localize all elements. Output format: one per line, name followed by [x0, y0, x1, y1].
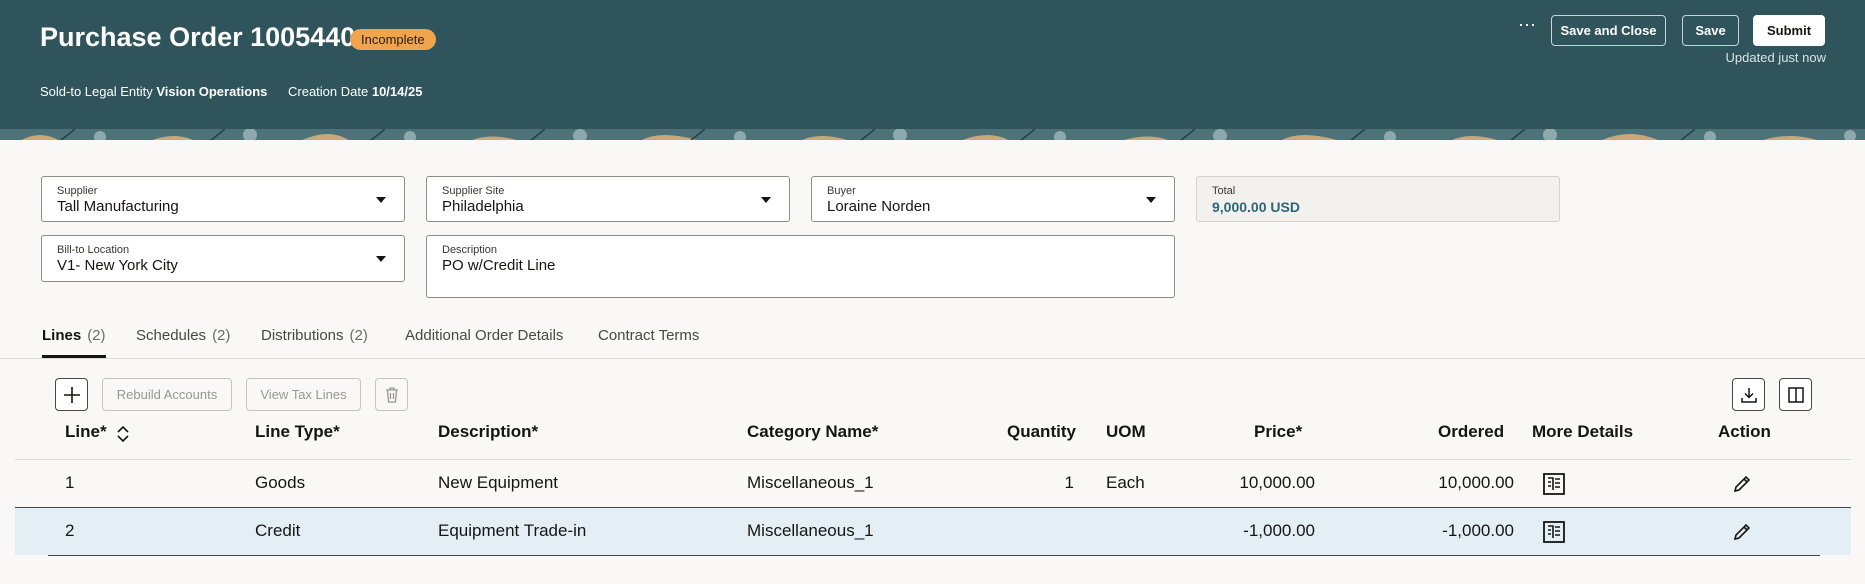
col-header-description[interactable]: Description* [438, 422, 538, 442]
tab-lines-count: (2) [87, 327, 106, 344]
rebuild-accounts-button[interactable]: Rebuild Accounts [102, 378, 232, 411]
sold-to-label: Sold-to Legal Entity [40, 84, 153, 99]
tab-contract-terms[interactable]: Contract Terms [598, 327, 699, 344]
row-divider [48, 555, 1820, 556]
chevron-down-icon[interactable] [1146, 197, 1156, 203]
total-value: 9,000.00 USD [1212, 199, 1300, 215]
sold-to-value: Vision Operations [156, 84, 268, 99]
chevron-down-icon[interactable] [761, 197, 771, 203]
supplier-select[interactable]: Supplier Tall Manufacturing [41, 176, 405, 222]
decorative-pattern [0, 129, 1865, 140]
header-meta: Sold-to Legal Entity Vision Operations C… [40, 84, 422, 99]
cell-uom: Each [1106, 473, 1145, 492]
cell-description: Equipment Trade-in [438, 521, 587, 540]
more-details-icon[interactable] [1542, 472, 1566, 496]
tab-lines-label: Lines [42, 327, 82, 344]
col-header-uom[interactable]: UOM [1106, 422, 1146, 442]
tab-distributions-count: (2) [349, 327, 368, 344]
col-header-quantity[interactable]: Quantity [1007, 422, 1076, 442]
page-title: Purchase Order 1005440 [40, 22, 356, 52]
tab-schedules-count: (2) [212, 327, 231, 344]
bill-to-value: V1- New York City [57, 257, 178, 274]
supplier-site-select[interactable]: Supplier Site Philadelphia [426, 176, 790, 222]
view-tax-lines-button[interactable]: View Tax Lines [246, 378, 361, 411]
cell-description: New Equipment [438, 473, 559, 492]
cell-price: 10,000.00 [1239, 473, 1315, 492]
description-value[interactable]: PO w/Credit Line [442, 257, 555, 274]
tab-bar: Lines (2) Schedules (2) Distributions (2) A… [0, 320, 1865, 359]
cell-price: -1,000.00 [1243, 521, 1315, 540]
tab-additional-order-details[interactable]: Additional Order Details [405, 327, 563, 344]
tab-distributions-label: Distributions [261, 327, 344, 344]
more-actions-icon[interactable]: ⋯ [1515, 16, 1539, 41]
tab-contract-label: Contract Terms [598, 327, 700, 344]
col-header-action: Action [1718, 422, 1771, 441]
total-field: Total 9,000.00 USD [1196, 176, 1560, 222]
col-header-price[interactable]: Price* [1254, 422, 1302, 442]
bill-to-location-select[interactable]: Bill-to Location V1- New York City [41, 235, 405, 282]
description-label: Description [442, 244, 498, 256]
delete-line-button[interactable] [375, 378, 408, 411]
supplier-site-value: Philadelphia [442, 198, 524, 215]
tab-schedules[interactable]: Schedules (2) [136, 327, 230, 344]
table-row[interactable]: 1 Goods New Equipment Miscellaneous_1 1 … [15, 459, 1851, 507]
col-header-category[interactable]: Category Name* [747, 422, 878, 442]
tab-schedules-label: Schedules [136, 327, 207, 344]
tab-lines[interactable]: Lines (2) [42, 327, 106, 344]
export-button[interactable] [1732, 378, 1765, 411]
supplier-site-label: Supplier Site [442, 185, 505, 197]
description-field[interactable]: Description PO w/Credit Line [426, 235, 1175, 298]
save-button[interactable]: Save [1682, 15, 1739, 46]
tab-additional-label: Additional Order Details [405, 327, 564, 344]
columns-icon [1787, 387, 1804, 403]
edit-pencil-icon[interactable] [1732, 522, 1752, 542]
updated-status: Updated just now [1725, 50, 1826, 65]
plus-icon [63, 387, 80, 403]
download-icon [1740, 388, 1757, 403]
cell-ordered: -1,000.00 [1442, 521, 1514, 540]
cell-line-type: Goods [255, 473, 306, 492]
total-label: Total [1212, 185, 1236, 197]
col-header-ordered[interactable]: Ordered [1438, 422, 1504, 442]
buyer-label: Buyer [827, 185, 856, 197]
page-header: Purchase Order 1005440 Incomplete Sold-t… [0, 0, 1865, 140]
chevron-down-icon[interactable] [376, 256, 386, 262]
col-header-line[interactable]: Line* [65, 422, 107, 442]
supplier-value: Tall Manufacturing [57, 198, 179, 215]
creation-date-value: 10/14/25 [371, 84, 423, 99]
cell-quantity: 1 [1064, 473, 1074, 492]
buyer-value: Loraine Norden [827, 198, 931, 215]
cell-ordered: 10,000.00 [1438, 473, 1514, 492]
sort-icon[interactable] [115, 424, 131, 444]
chevron-down-icon[interactable] [376, 197, 386, 203]
save-and-close-button[interactable]: Save and Close [1551, 15, 1666, 46]
add-line-button[interactable] [55, 378, 88, 411]
trash-icon [385, 387, 398, 403]
cell-category: Miscellaneous_1 [747, 473, 874, 492]
cell-line: 1 [65, 473, 75, 492]
table-row[interactable]: 2 Credit Equipment Trade-in Miscellaneou… [15, 507, 1851, 555]
cell-line-type: Credit [255, 521, 301, 540]
manage-columns-button[interactable] [1779, 378, 1812, 411]
buyer-select[interactable]: Buyer Loraine Norden [811, 176, 1175, 222]
cell-category: Miscellaneous_1 [747, 521, 874, 540]
edit-pencil-icon[interactable] [1732, 474, 1752, 494]
submit-button[interactable]: Submit [1753, 15, 1825, 46]
active-tab-indicator [42, 355, 106, 358]
tab-distributions[interactable]: Distributions (2) [261, 327, 368, 344]
creation-date-label: Creation Date [288, 84, 369, 99]
col-header-more-details: More Details [1532, 422, 1634, 441]
more-details-icon[interactable] [1542, 520, 1566, 544]
status-badge: Incomplete [350, 29, 436, 50]
supplier-label: Supplier [57, 185, 98, 197]
cell-line: 2 [65, 521, 75, 540]
col-header-line-type[interactable]: Line Type* [255, 422, 340, 442]
bill-to-label: Bill-to Location [57, 244, 130, 256]
